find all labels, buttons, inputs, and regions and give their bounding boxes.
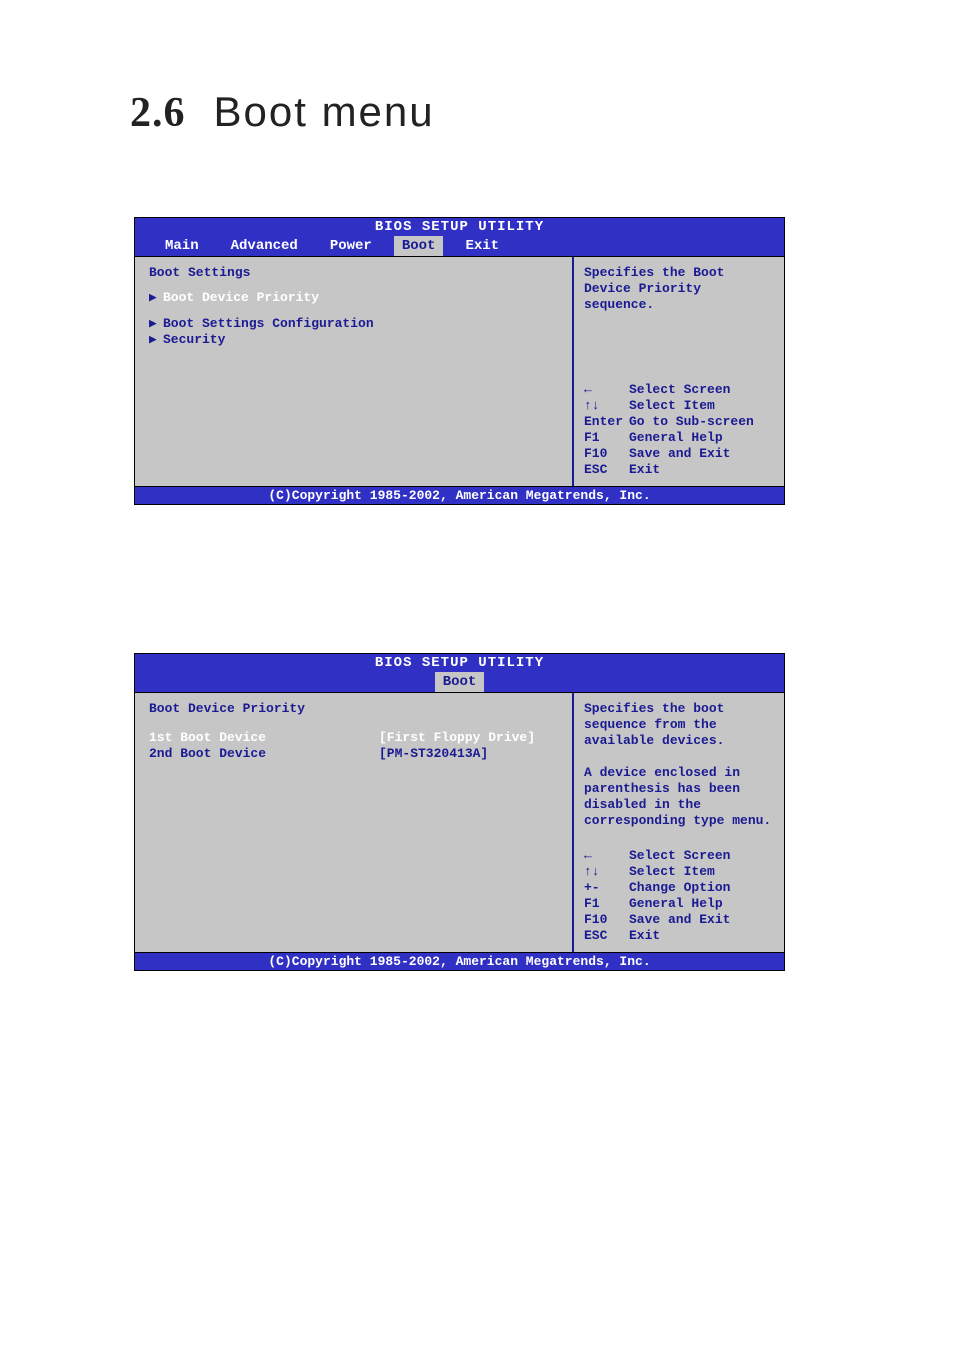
nav-row: F10Save and Exit <box>584 912 774 928</box>
nav-action: Exit <box>629 928 774 944</box>
nav-action: Save and Exit <box>629 912 774 928</box>
tab-exit[interactable]: Exit <box>455 236 509 256</box>
nav-action: Select Item <box>629 864 774 880</box>
section-number: 2.6 <box>130 90 186 136</box>
nav-key: Enter <box>584 414 629 430</box>
bios-right-pane: Specifies the Boot Device Priority seque… <box>574 257 784 486</box>
submenu-arrow-icon: ▶ <box>149 316 163 332</box>
page-heading: 2.6 Boot menu <box>130 88 435 137</box>
bios-screenshot-boot-device-priority: BIOS SETUP UTILITY Boot Boot Device Prio… <box>134 653 785 971</box>
nav-action: Exit <box>629 462 774 478</box>
boot-device-value: [PM-ST320413A] <box>379 746 564 762</box>
menu-item-security[interactable]: ▶ Security <box>149 332 564 348</box>
nav-key: ESC <box>584 928 629 944</box>
boot-device-value: [First Floppy Drive] <box>379 730 564 746</box>
bios-title: BIOS SETUP UTILITY <box>135 218 784 236</box>
nav-key: F10 <box>584 446 629 462</box>
tab-advanced[interactable]: Advanced <box>221 236 308 256</box>
nav-key: ESC <box>584 462 629 478</box>
help-text: Specifies the boot sequence from the ava… <box>584 701 774 829</box>
nav-row: F1General Help <box>584 896 774 912</box>
pane-heading: Boot Settings <box>149 265 564 280</box>
nav-key: +- <box>584 880 629 896</box>
nav-row: ESCExit <box>584 928 774 944</box>
menu-item-boot-settings-config[interactable]: ▶ Boot Settings Configuration <box>149 316 564 332</box>
nav-row: EnterGo to Sub-screen <box>584 414 774 430</box>
bios-footer: (C)Copyright 1985-2002, American Megatre… <box>135 952 784 970</box>
menu-item-boot-device-priority[interactable]: ▶ Boot Device Priority <box>149 290 564 306</box>
section-title: Boot menu <box>214 88 435 135</box>
bios-footer: (C)Copyright 1985-2002, American Megatre… <box>135 486 784 504</box>
nav-action: Select Item <box>629 398 774 414</box>
nav-row: ESCExit <box>584 462 774 478</box>
boot-device-row-1[interactable]: 1st Boot Device [First Floppy Drive] <box>149 730 564 746</box>
nav-key: F1 <box>584 896 629 912</box>
updown-arrows-icon <box>584 398 629 414</box>
menu-item-label: Boot Settings Configuration <box>163 316 374 332</box>
nav-row: Select Item <box>584 398 774 414</box>
bios-body: Boot Device Priority 1st Boot Device [Fi… <box>135 692 784 952</box>
tab-boot[interactable]: Boot <box>394 236 444 256</box>
nav-action: General Help <box>629 896 774 912</box>
help-text: Specifies the Boot Device Priority seque… <box>584 265 774 313</box>
bios-left-pane: Boot Settings ▶ Boot Device Priority ▶ B… <box>135 257 574 486</box>
nav-action: General Help <box>629 430 774 446</box>
menu-item-label: Boot Device Priority <box>163 290 319 306</box>
boot-device-label: 2nd Boot Device <box>149 746 379 762</box>
submenu-arrow-icon: ▶ <box>149 332 163 348</box>
bios-body: Boot Settings ▶ Boot Device Priority ▶ B… <box>135 256 784 486</box>
nav-key: F10 <box>584 912 629 928</box>
submenu-arrow-icon: ▶ <box>149 290 163 306</box>
menu-item-label: Security <box>163 332 225 348</box>
nav-row: F10Save and Exit <box>584 446 774 462</box>
boot-device-row-2[interactable]: 2nd Boot Device [PM-ST320413A] <box>149 746 564 762</box>
left-arrow-icon <box>584 848 629 864</box>
nav-row: +-Change Option <box>584 880 774 896</box>
bios-right-pane: Specifies the boot sequence from the ava… <box>574 693 784 952</box>
updown-arrows-icon <box>584 864 629 880</box>
nav-row: Select Screen <box>584 848 774 864</box>
tab-main[interactable]: Main <box>155 236 209 256</box>
nav-row: Select Item <box>584 864 774 880</box>
nav-action: Change Option <box>629 880 774 896</box>
left-arrow-icon <box>584 382 629 398</box>
nav-action: Select Screen <box>629 382 774 398</box>
nav-row: Select Screen <box>584 382 774 398</box>
nav-action: Save and Exit <box>629 446 774 462</box>
nav-action: Go to Sub-screen <box>629 414 774 430</box>
bios-tabbar: Main Advanced Power Boot Exit <box>135 236 784 256</box>
nav-hints: Select Screen Select Item +-Change Optio… <box>584 848 774 944</box>
bios-title: BIOS SETUP UTILITY <box>135 654 784 672</box>
tab-power[interactable]: Power <box>320 236 382 256</box>
nav-action: Select Screen <box>629 848 774 864</box>
bios-left-pane: Boot Device Priority 1st Boot Device [Fi… <box>135 693 574 952</box>
nav-row: F1General Help <box>584 430 774 446</box>
pane-heading: Boot Device Priority <box>149 701 564 716</box>
boot-device-label: 1st Boot Device <box>149 730 379 746</box>
nav-hints: Select Screen Select Item EnterGo to Sub… <box>584 382 774 478</box>
nav-key: F1 <box>584 430 629 446</box>
bios-tabbar: Boot <box>135 672 784 692</box>
bios-screenshot-boot-settings: BIOS SETUP UTILITY Main Advanced Power B… <box>134 217 785 505</box>
tab-boot[interactable]: Boot <box>435 672 485 692</box>
